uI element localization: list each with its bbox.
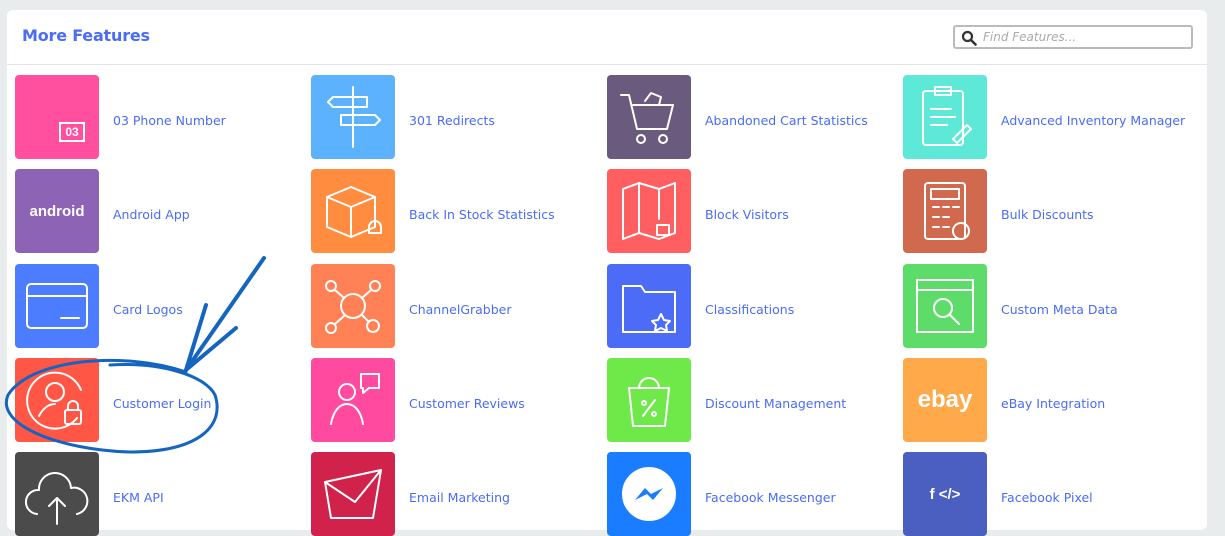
feature-label[interactable]: Abandoned Cart Statistics	[705, 113, 868, 128]
credit-card-icon[interactable]	[15, 264, 99, 348]
feature-item[interactable]: Custom Meta Data	[903, 264, 1193, 348]
folder-star-icon[interactable]	[607, 264, 691, 348]
feature-item[interactable]: EKM API	[15, 452, 305, 536]
feature-label[interactable]: EKM API	[113, 490, 164, 505]
feature-label[interactable]: Android App	[113, 207, 190, 222]
feature-label[interactable]: Facebook Pixel	[1001, 490, 1093, 505]
feature-item[interactable]: Abandoned Cart Statistics	[607, 75, 897, 159]
feature-item[interactable]: Advanced Inventory Manager	[903, 75, 1193, 159]
tile-text: android	[29, 202, 85, 220]
feature-label[interactable]: Classifications	[705, 302, 794, 317]
feature-item[interactable]: 301 Redirects	[311, 75, 601, 159]
phone-number-icon[interactable]: 03	[15, 75, 99, 159]
messenger-icon[interactable]	[607, 452, 691, 536]
user-lock-icon[interactable]	[15, 358, 99, 442]
feature-item[interactable]: Classifications	[607, 264, 897, 348]
calculator-icon[interactable]	[903, 169, 987, 253]
feature-item[interactable]: Block Visitors	[607, 169, 897, 253]
tile-text: 03	[59, 122, 85, 142]
clipboard-icon[interactable]	[903, 75, 987, 159]
feature-item[interactable]: android Android App	[15, 169, 305, 253]
feature-label[interactable]: Bulk Discounts	[1001, 207, 1094, 222]
feature-item[interactable]: Card Logos	[15, 264, 305, 348]
channelgrabber-icon[interactable]	[311, 264, 395, 348]
email-icon[interactable]	[311, 452, 395, 536]
feature-label[interactable]: 301 Redirects	[409, 113, 495, 128]
ebay-logo-icon[interactable]: ebay	[903, 358, 987, 442]
search-input[interactable]	[983, 27, 1183, 47]
feature-label[interactable]: Discount Management	[705, 396, 846, 411]
feature-label[interactable]: Facebook Messenger	[705, 490, 836, 505]
search-window-icon[interactable]	[903, 264, 987, 348]
feature-label[interactable]: ChannelGrabber	[409, 302, 512, 317]
facebook-code-icon[interactable]: f </>	[903, 452, 987, 536]
feature-item[interactable]: Email Marketing	[311, 452, 601, 536]
tile-text: ebay	[917, 386, 973, 413]
feature-label[interactable]: Customer Reviews	[409, 396, 525, 411]
feature-item[interactable]: Customer Login	[15, 358, 305, 442]
feature-item[interactable]: Bulk Discounts	[903, 169, 1193, 253]
android-logo-icon[interactable]: android	[15, 169, 99, 253]
feature-label[interactable]: eBay Integration	[1001, 396, 1105, 411]
feature-label[interactable]: Block Visitors	[705, 207, 789, 222]
search-icon	[961, 30, 977, 46]
feature-label[interactable]: Card Logos	[113, 302, 183, 317]
feature-label[interactable]: Custom Meta Data	[1001, 302, 1118, 317]
feature-item[interactable]: 03 03 Phone Number	[15, 75, 305, 159]
feature-item[interactable]: f </> Facebook Pixel	[903, 452, 1193, 536]
search-box[interactable]	[953, 25, 1193, 49]
signpost-icon[interactable]	[311, 75, 395, 159]
feature-label[interactable]: Customer Login	[113, 396, 211, 411]
feature-item[interactable]: Back In Stock Statistics	[311, 169, 601, 253]
review-icon[interactable]	[311, 358, 395, 442]
feature-label[interactable]: Back In Stock Statistics	[409, 207, 555, 222]
feature-item[interactable]: ebay eBay Integration	[903, 358, 1193, 442]
cloud-upload-icon[interactable]	[15, 452, 99, 536]
cart-icon[interactable]	[607, 75, 691, 159]
feature-item[interactable]: Facebook Messenger	[607, 452, 897, 536]
tile-text: f </>	[929, 485, 961, 503]
page-title: More Features	[22, 26, 150, 45]
map-lock-icon[interactable]	[607, 169, 691, 253]
feature-item[interactable]: Discount Management	[607, 358, 897, 442]
feature-item[interactable]: Customer Reviews	[311, 358, 601, 442]
feature-item[interactable]: ChannelGrabber	[311, 264, 601, 348]
box-bell-icon[interactable]	[311, 169, 395, 253]
feature-label[interactable]: Email Marketing	[409, 490, 510, 505]
discount-bag-icon[interactable]	[607, 358, 691, 442]
panel-header: More Features	[7, 10, 1207, 65]
feature-label[interactable]: Advanced Inventory Manager	[1001, 113, 1185, 128]
feature-label[interactable]: 03 Phone Number	[113, 113, 226, 128]
